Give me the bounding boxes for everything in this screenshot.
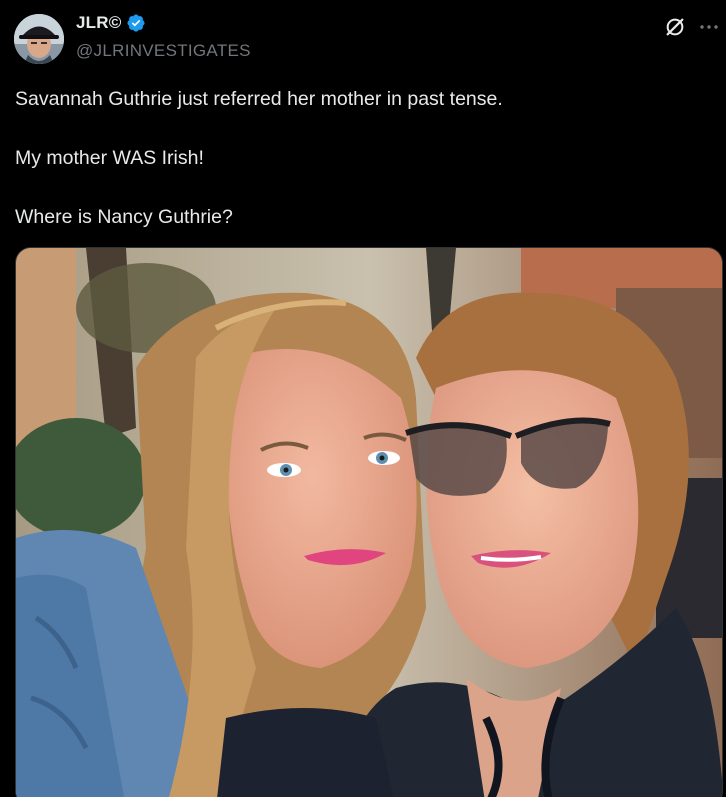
verified-badge-icon	[127, 14, 145, 32]
author-avatar[interactable]	[14, 14, 64, 64]
tweet-photo[interactable]	[15, 247, 723, 797]
avatar-image	[14, 14, 64, 64]
ellipsis-icon[interactable]	[697, 15, 721, 39]
author-handle[interactable]: @JLRINVESTIGATES	[76, 41, 251, 61]
tweet-paragraph: Savannah Guthrie just referred her mothe…	[15, 88, 503, 110]
photo-two-women-selfie	[16, 248, 722, 797]
tweet-post: JLR© @JLRINVESTIGATES Savannah Guthrie j…	[0, 0, 726, 797]
tweet-paragraph: My mother WAS Irish!	[15, 147, 204, 169]
tweet-paragraph: Where is Nancy Guthrie?	[15, 206, 233, 228]
grok-slash-circle-icon[interactable]	[664, 16, 686, 38]
tweet-text: Savannah Guthrie just referred her mothe…	[15, 84, 705, 232]
author-name-row: JLR©	[76, 13, 146, 33]
author-display-name[interactable]: JLR©	[76, 13, 121, 33]
